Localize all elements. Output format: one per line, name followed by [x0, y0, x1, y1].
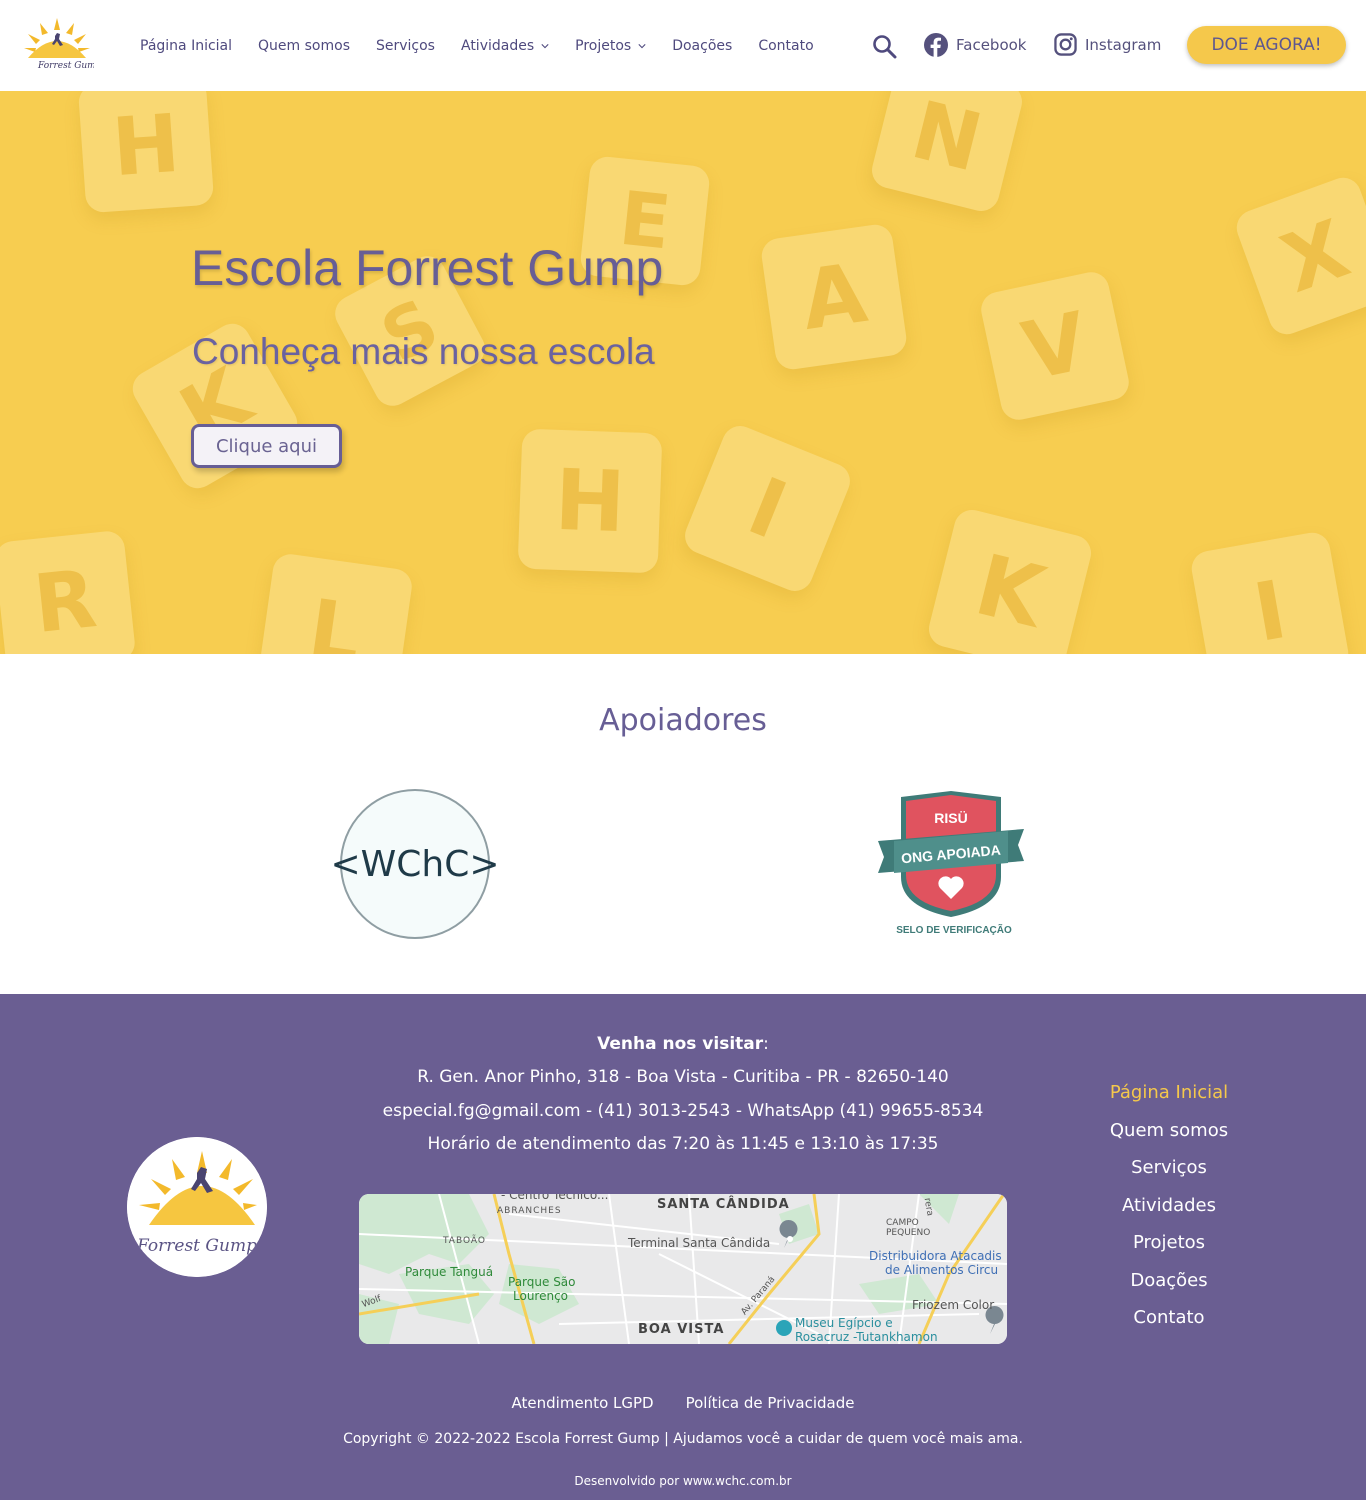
nav-item-0[interactable]: Página Inicial: [127, 38, 245, 54]
letter-tile: V: [977, 268, 1133, 424]
letter-tile: L: [255, 551, 415, 654]
visit-title-text: Venha nos visitar: [597, 1034, 764, 1054]
map-label: Parque São: [508, 1275, 576, 1289]
map-label: Museu Egípcio e: [795, 1316, 893, 1330]
nav-item-label: Quem somos: [258, 37, 350, 54]
wchc-supporter-logo[interactable]: <WChC>: [331, 789, 500, 939]
map-label: de Alimentos Circu: [885, 1263, 999, 1277]
instagram-icon: [1054, 33, 1077, 56]
copyright-text: Copyright © 2022-2022 Escola Forrest Gum…: [343, 1431, 1023, 1447]
supporters-title: Apoiadores: [599, 703, 767, 738]
map-label: Friozem Color: [912, 1298, 995, 1312]
nav-item-2[interactable]: Serviços: [363, 38, 448, 54]
nav-item-label: Doações: [672, 37, 733, 54]
footer-nav-item[interactable]: Doações: [1080, 1268, 1258, 1306]
map-label: CAMPO PEQUENO: [886, 1218, 931, 1238]
map-label: Rosacruz -Tutankhamon: [795, 1330, 938, 1344]
map-label: Lourenço: [513, 1289, 569, 1303]
hero-subtitle: Conheça mais nossa escola: [192, 331, 655, 372]
risu-ong-badge[interactable]: RISÜ ONG APOIADA SELO DE VERIFICAÇÃO: [876, 789, 1026, 941]
footer-nav-item[interactable]: Serviços: [1080, 1155, 1258, 1193]
lgpd-link[interactable]: Atendimento LGPD: [512, 1394, 654, 1412]
letter-tile: H: [517, 428, 663, 574]
map-label: Terminal Santa Cândida: [628, 1236, 771, 1250]
letter-tile: A: [759, 222, 909, 372]
footer-nav: Página Inicial Quem somos Serviços Atividad…: [1080, 1080, 1258, 1343]
visit-title-colon: :: [763, 1034, 769, 1054]
map-label: SANTA CÂNDIDA: [657, 1197, 790, 1212]
nav-item-label: Serviços: [375, 37, 435, 54]
footer-logo-text: Forrest Gump: [136, 1236, 257, 1256]
nav-item-label: Página Inicial: [140, 37, 233, 54]
footer-legal-links: Atendimento LGPD Política de Privacidade: [0, 1394, 1366, 1412]
letter-tile: X: [1231, 172, 1366, 340]
map-label: BOA VISTA: [638, 1322, 725, 1337]
map-label: - Centro Técnico...: [501, 1194, 609, 1202]
chevron-down-icon: [541, 43, 549, 48]
letter-tile: R: [0, 529, 137, 654]
wchc-logo-text: <WChC>: [330, 843, 500, 885]
nav-item-6[interactable]: Contato: [745, 38, 826, 54]
site-header: Forrest Gump Página Inicial Quem somos Ser…: [0, 0, 1366, 91]
location-map[interactable]: - Centro Técnico... ABRANCHES SANTA CÂND…: [359, 1194, 1007, 1344]
risu-top-text: RISÜ: [934, 810, 967, 826]
letter-tile: I: [1188, 529, 1352, 654]
letter-tile: K: [925, 506, 1095, 654]
nav-item-5[interactable]: Doações: [659, 38, 745, 54]
logo-text: Forrest Gump: [37, 61, 94, 71]
facebook-label: Facebook: [956, 36, 1027, 54]
nav-item-4[interactable]: Projetos: [562, 38, 659, 54]
footer-nav-item[interactable]: Contato: [1080, 1305, 1258, 1343]
hero-cta-button[interactable]: Clique aqui: [191, 424, 342, 468]
donate-button[interactable]: DOE AGORA!: [1187, 26, 1346, 64]
footer-nav-item[interactable]: Atividades: [1080, 1193, 1258, 1231]
map-label: Distribuidora Atacadis: [869, 1249, 1002, 1263]
nav-item-label: Projetos: [575, 37, 632, 54]
instagram-link[interactable]: Instagram: [1054, 33, 1161, 56]
map-label: TABOÃO: [443, 1236, 486, 1246]
nav-item-label: Contato: [758, 37, 814, 54]
hero-title: Escola Forrest Gump: [191, 240, 664, 296]
map-label: ABRANCHES: [497, 1206, 562, 1216]
nav-item-3[interactable]: Atividades: [448, 38, 562, 54]
main-nav: Página Inicial Quem somos Serviços Atividad…: [127, 0, 827, 91]
footer-nav-item[interactable]: Projetos: [1080, 1230, 1258, 1268]
risu-bottom-text: SELO DE VERIFICAÇÃO: [896, 923, 1012, 936]
map-label: Parque Tanguá: [405, 1265, 494, 1279]
facebook-icon: [924, 33, 948, 57]
letter-tile: I: [679, 420, 856, 597]
nav-item-1[interactable]: Quem somos: [245, 38, 363, 54]
site-footer: Venha nos visitar: R. Gen. Anor Pinho, 3…: [0, 994, 1366, 1500]
nav-item-label: Atividades: [460, 37, 535, 54]
letter-tile: N: [868, 91, 1026, 215]
instagram-label: Instagram: [1085, 35, 1162, 54]
footer-logo[interactable]: Forrest Gump: [127, 1137, 267, 1277]
chevron-down-icon: [638, 43, 646, 48]
developer-credit[interactable]: Desenvolvido por www.wchc.com.br: [0, 1474, 1366, 1488]
footer-nav-item[interactable]: Página Inicial: [1080, 1080, 1258, 1118]
facebook-link[interactable]: Facebook: [924, 33, 1026, 57]
letter-tile: H: [77, 91, 215, 214]
visit-title: Venha nos visitar:: [0, 1034, 1366, 1054]
privacy-policy-link[interactable]: Política de Privacidade: [686, 1394, 855, 1412]
hero-banner: H E N A V X K H I K R L I S Escola Forre…: [0, 91, 1366, 654]
forrest-gump-logo[interactable]: Forrest Gump: [20, 16, 94, 72]
footer-nav-item[interactable]: Quem somos: [1080, 1118, 1258, 1156]
search-icon[interactable]: [872, 34, 898, 60]
